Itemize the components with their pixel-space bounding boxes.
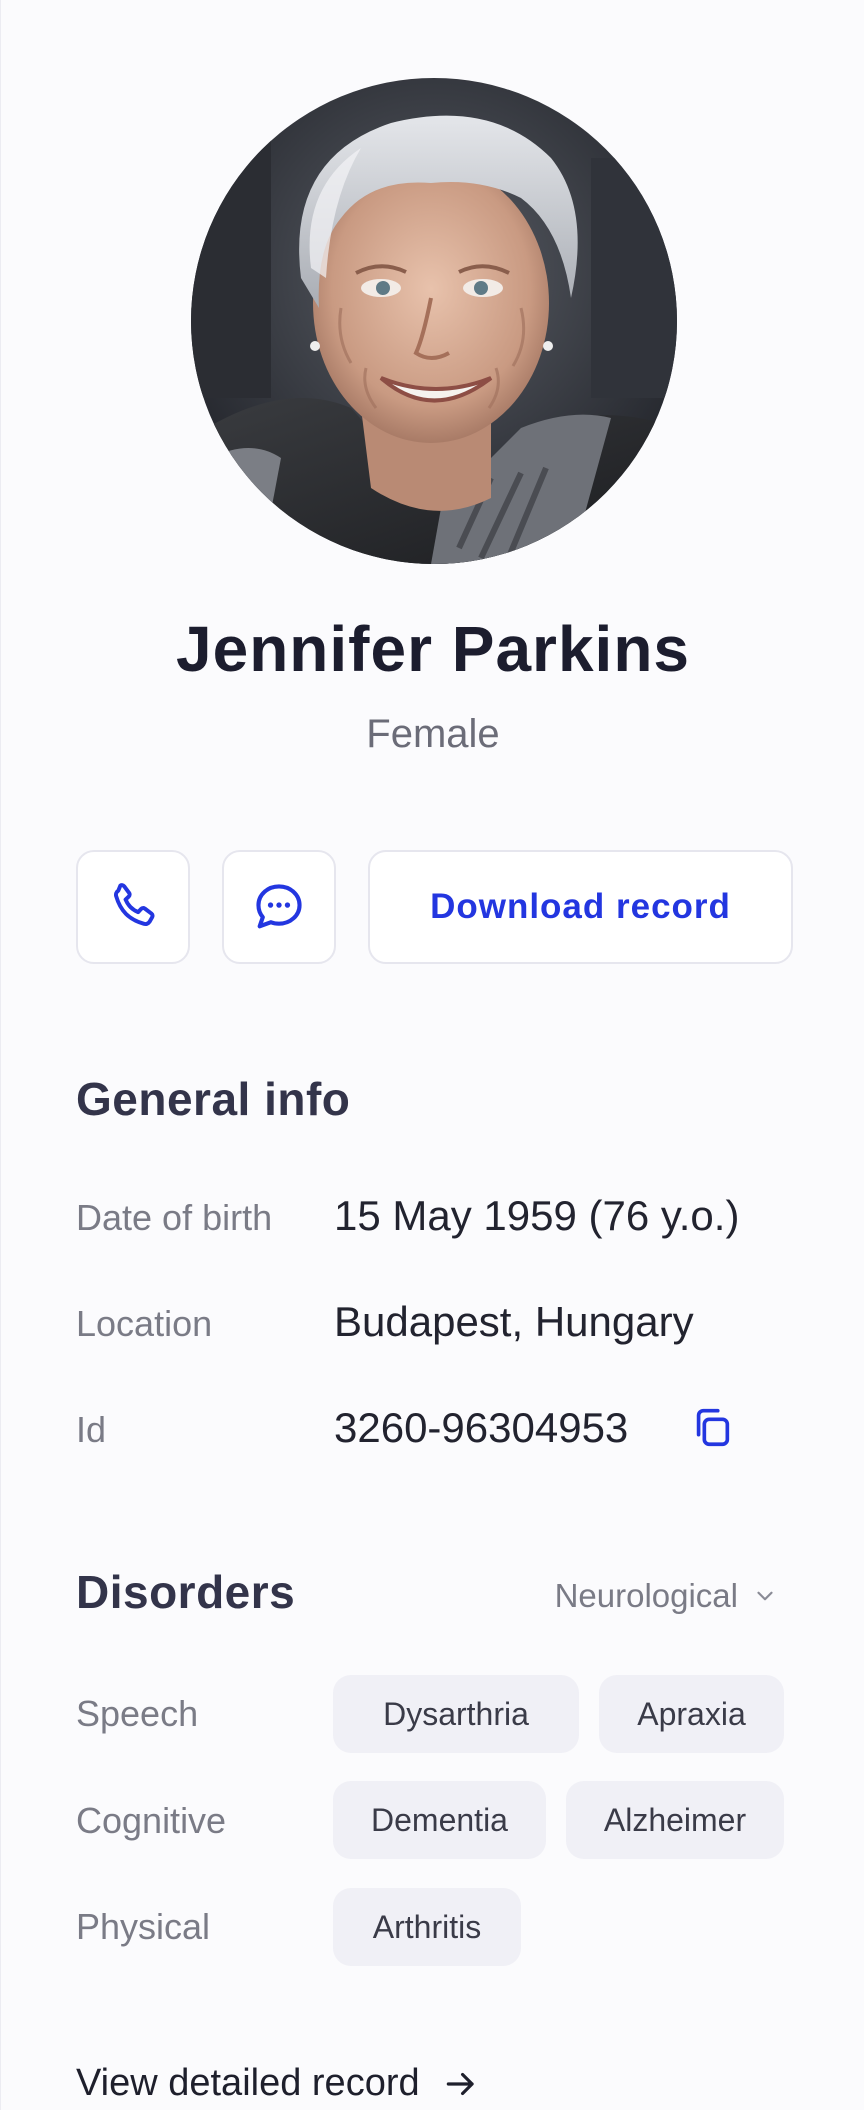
patient-name: Jennifer Parkins — [176, 613, 690, 685]
patient-gender: Female — [366, 712, 500, 756]
dob-label: Date of birth — [76, 1197, 273, 1238]
disorder-tag: Apraxia — [599, 1675, 784, 1753]
disorder-category-select[interactable]: Neurological — [555, 1577, 778, 1615]
disorder-category-value: Neurological — [554, 1577, 738, 1614]
chevron-down-icon — [757, 1591, 773, 1601]
view-detailed-record-label: View detailed record — [76, 2062, 420, 2104]
disorder-tag: Arthritis — [333, 1888, 521, 1966]
physical-label: Physical — [76, 1906, 211, 1947]
cognitive-label: Cognitive — [76, 1800, 227, 1841]
general-info-heading: General info — [76, 1073, 351, 1125]
disorder-tag: Alzheimer — [566, 1781, 784, 1859]
chat-bubble-icon — [256, 884, 302, 929]
speech-label: Speech — [76, 1693, 199, 1734]
copy-icon[interactable] — [689, 1404, 735, 1450]
location-value: Budapest, Hungary — [334, 1298, 694, 1345]
view-detailed-record-link[interactable]: View detailed record — [76, 2062, 480, 2105]
location-label: Location — [76, 1303, 213, 1344]
call-button[interactable] — [76, 850, 190, 964]
profile-photo — [191, 78, 677, 564]
patient-profile-card: Jennifer Parkins Female Download record … — [0, 0, 864, 2110]
message-button[interactable] — [222, 850, 336, 964]
id-value: 3260-96304953 — [334, 1404, 629, 1451]
phone-icon — [113, 883, 155, 927]
disorder-tag: Dementia — [333, 1781, 546, 1859]
arrow-right-icon — [446, 2072, 474, 2095]
id-label: Id — [76, 1409, 107, 1450]
disorder-tag: Dysarthria — [333, 1675, 579, 1753]
dob-value: 15 May 1959 (76 y.o.) — [334, 1192, 740, 1239]
disorders-heading: Disorders — [76, 1566, 296, 1618]
avatar-image — [191, 78, 677, 564]
download-record-button[interactable]: Download record — [368, 850, 793, 964]
